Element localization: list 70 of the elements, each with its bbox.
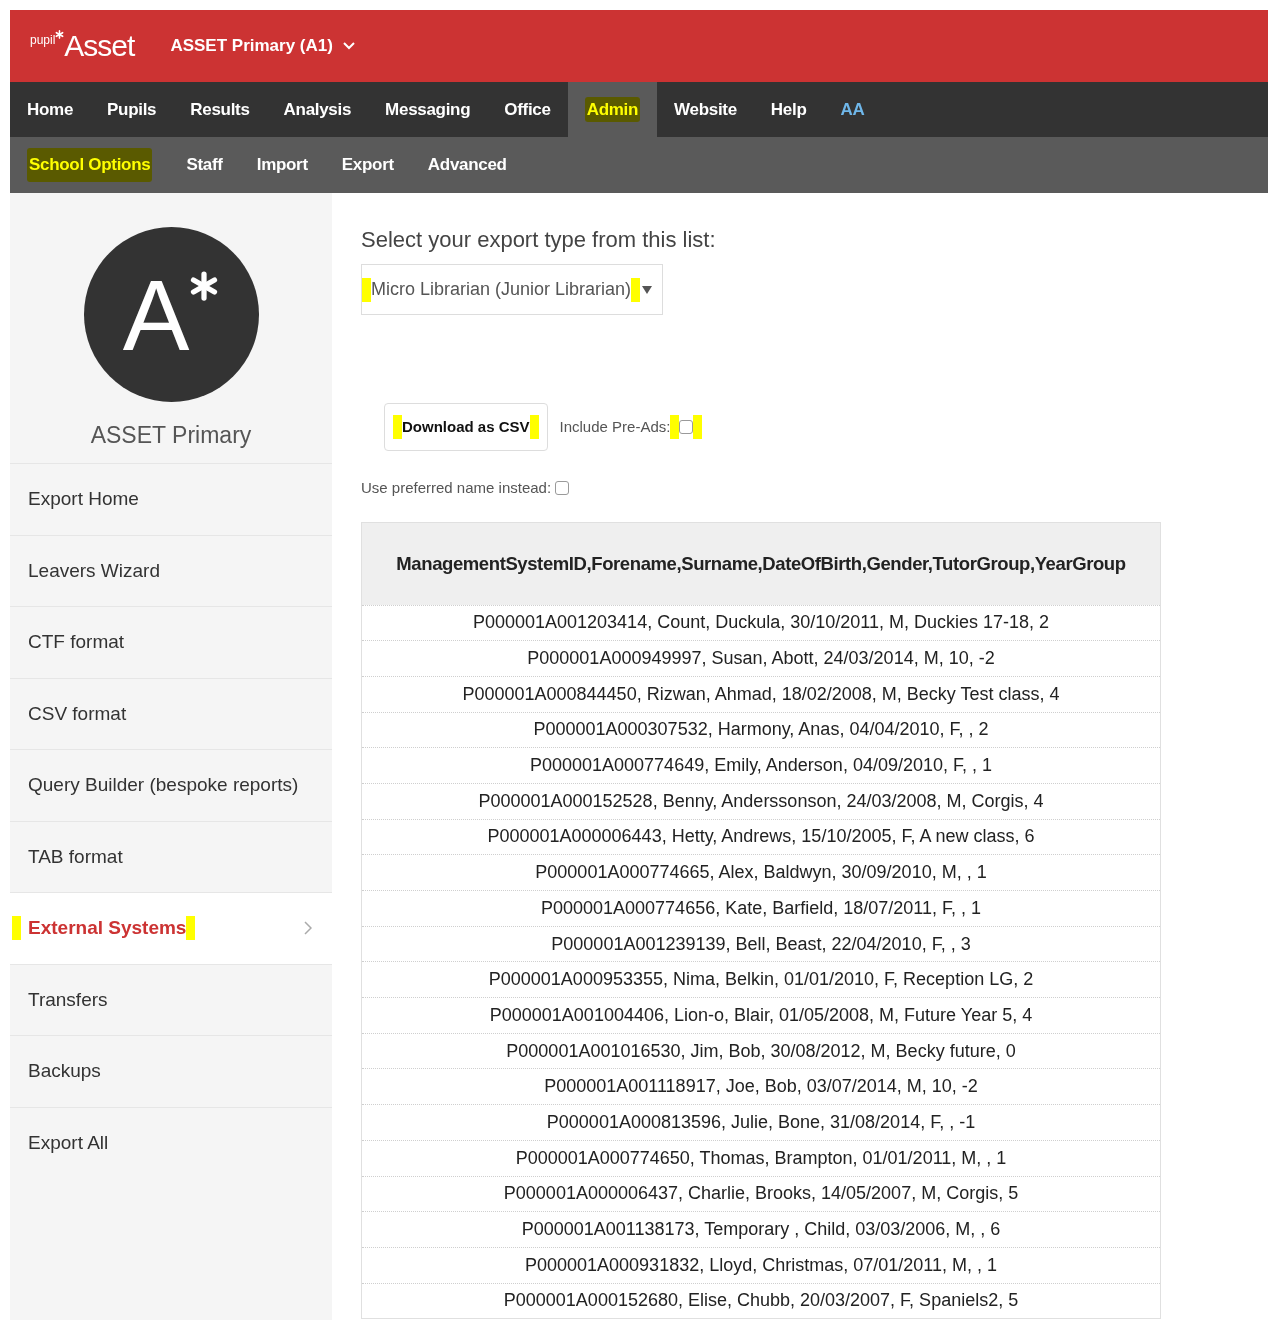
sidebar-item[interactable]: Export Home	[10, 463, 332, 535]
school-switcher[interactable]: ASSET Primary (A1)	[170, 33, 355, 59]
sub-nav-tab[interactable]: Staff	[186, 152, 223, 178]
asterisk-icon	[189, 271, 220, 301]
highlight-mark	[670, 415, 680, 439]
table-row: P000001A001203414, Count, Duckula, 30/10/2011, M, Duckies 17-18, 2	[362, 604, 1160, 641]
table-row: P000001A000006443, Hetty, Andrews, 15/10/2005, F, A new class, 6	[362, 818, 1160, 855]
sidebar-item[interactable]: Backups	[10, 1035, 332, 1107]
nav-tab[interactable]: Help	[753, 82, 824, 137]
highlight-mark	[186, 916, 196, 941]
nav-tab[interactable]: Results	[173, 82, 267, 137]
highlight-mark	[529, 415, 539, 439]
include-pre-ads-label: Include Pre-Ads:	[559, 416, 671, 437]
table-row: P000001A000813596, Julie, Bone, 31/08/2014, F, , -1	[362, 1104, 1160, 1140]
export-type-select[interactable]: Micro Librarian (Junior Librarian)	[361, 264, 664, 315]
nav-tab[interactable]: AA	[823, 82, 882, 137]
table-row: P000001A000006437, Charlie, Brooks, 14/05/2007, M, Corgis, 5	[362, 1175, 1160, 1212]
table-row: P000001A000774656, Kate, Barfield, 18/07/2011, F, , 1	[362, 890, 1160, 926]
export-prompt: Select your export type from this list:	[361, 226, 717, 254]
highlight-mark	[362, 277, 371, 302]
logo-text: Asset	[64, 29, 135, 63]
chevron-right-icon	[304, 921, 312, 936]
sidebar-item[interactable]: Query Builder (bespoke reports)	[10, 749, 332, 821]
highlight-mark	[393, 415, 402, 439]
table-row: P000001A000844450, Rizwan, Ahmad, 18/02/2008, M, Becky Test class, 4	[362, 675, 1160, 712]
download-csv-button[interactable]: Download as CSV	[384, 403, 548, 451]
sidebar-item[interactable]: Leavers Wizard	[10, 534, 332, 606]
checkbox[interactable]	[679, 420, 694, 434]
table-row: P000001A001004406, Lion-o, Blair, 01/05/2008, M, Future Year 5, 4	[362, 997, 1160, 1033]
table-row: P000001A001239139, Bell, Beast, 22/04/2010, F, , 3	[362, 925, 1160, 962]
table-row: P000001A000152528, Benny, Anderssonson, 24/03/2008, M, Corgis, 4	[362, 782, 1160, 819]
sidebar-item[interactable]: External Systems	[10, 892, 332, 964]
nav-tab[interactable]: Home	[10, 82, 91, 137]
nav-tab[interactable]: Office	[487, 82, 568, 137]
school-name: ASSET Primary	[90, 421, 252, 450]
table-row: P000001A001016530, Jim, Bob, 30/08/2012, M, Becky future, 0	[362, 1032, 1160, 1069]
chevron-down-icon	[342, 42, 355, 50]
sidebar-item[interactable]: CTF format	[10, 606, 332, 678]
table-row: P000001A000949997, Susan, Abott, 24/03/2014, M, 10, -2	[362, 640, 1160, 676]
table-row: P000001A000953355, Nima, Belkin, 01/01/2010, F, Reception LG, 2	[362, 961, 1160, 998]
table-row: P000001A000307532, Harmony, Anas, 04/04/2010, F, , 2	[362, 711, 1160, 748]
sidebar-item[interactable]: CSV format	[10, 677, 332, 749]
table-row: P000001A000931832, Lloyd, Christmas, 07/01/2011, M, , 1	[362, 1246, 1160, 1283]
table-row: P000001A000152680, Elise, Chubb, 20/03/2007, F, Spaniels2, 5	[362, 1282, 1160, 1319]
logo-small-text: pupil	[30, 32, 56, 49]
sub-nav-tab[interactable]: Export	[341, 152, 394, 178]
table-header: ManagementSystemID,Forename,Surname,DateOfBirth,Gender,TutorGroup,YearGroup	[362, 522, 1160, 605]
highlight-mark	[12, 916, 21, 941]
nav-tab[interactable]: Admin	[567, 82, 658, 137]
highlight-mark	[631, 277, 641, 302]
asterisk-icon	[55, 30, 65, 39]
table-row: P000001A001118917, Joe, Bob, 03/07/2014, M, 10, -2	[362, 1068, 1160, 1105]
nav-tab[interactable]: Messaging	[368, 82, 488, 137]
sidebar-item[interactable]: Export All	[10, 1106, 332, 1178]
nav-tab[interactable]: Analysis	[266, 82, 369, 137]
sub-nav-tab[interactable]: Import	[256, 152, 308, 178]
sub-nav-tab[interactable]: School Options	[27, 148, 153, 182]
sub-nav-tab[interactable]: Advanced	[427, 152, 507, 178]
table-row: P000001A000774665, Alex, Baldwyn, 30/09/2010, M, , 1	[362, 854, 1160, 890]
table-row: P000001A000774649, Emily, Anderson, 04/09/2010, F, , 1	[362, 747, 1160, 783]
avatar-letter: A	[122, 264, 190, 365]
sidebar-item[interactable]: Transfers	[10, 963, 332, 1035]
table-row: P000001A001138173, Temporary , Child, 03/03/2006, M, , 6	[362, 1211, 1160, 1247]
highlight-mark	[693, 415, 703, 439]
dropdown-arrow-icon	[642, 285, 653, 294]
table-row: P000001A000774650, Thomas, Brampton, 01/01/2011, M, , 1	[362, 1139, 1160, 1176]
preferred-name-label: Use preferred name instead:	[361, 478, 552, 498]
checkbox[interactable]	[555, 481, 570, 496]
nav-tab[interactable]: Website	[657, 82, 754, 137]
nav-tab[interactable]: Pupils	[90, 82, 174, 137]
